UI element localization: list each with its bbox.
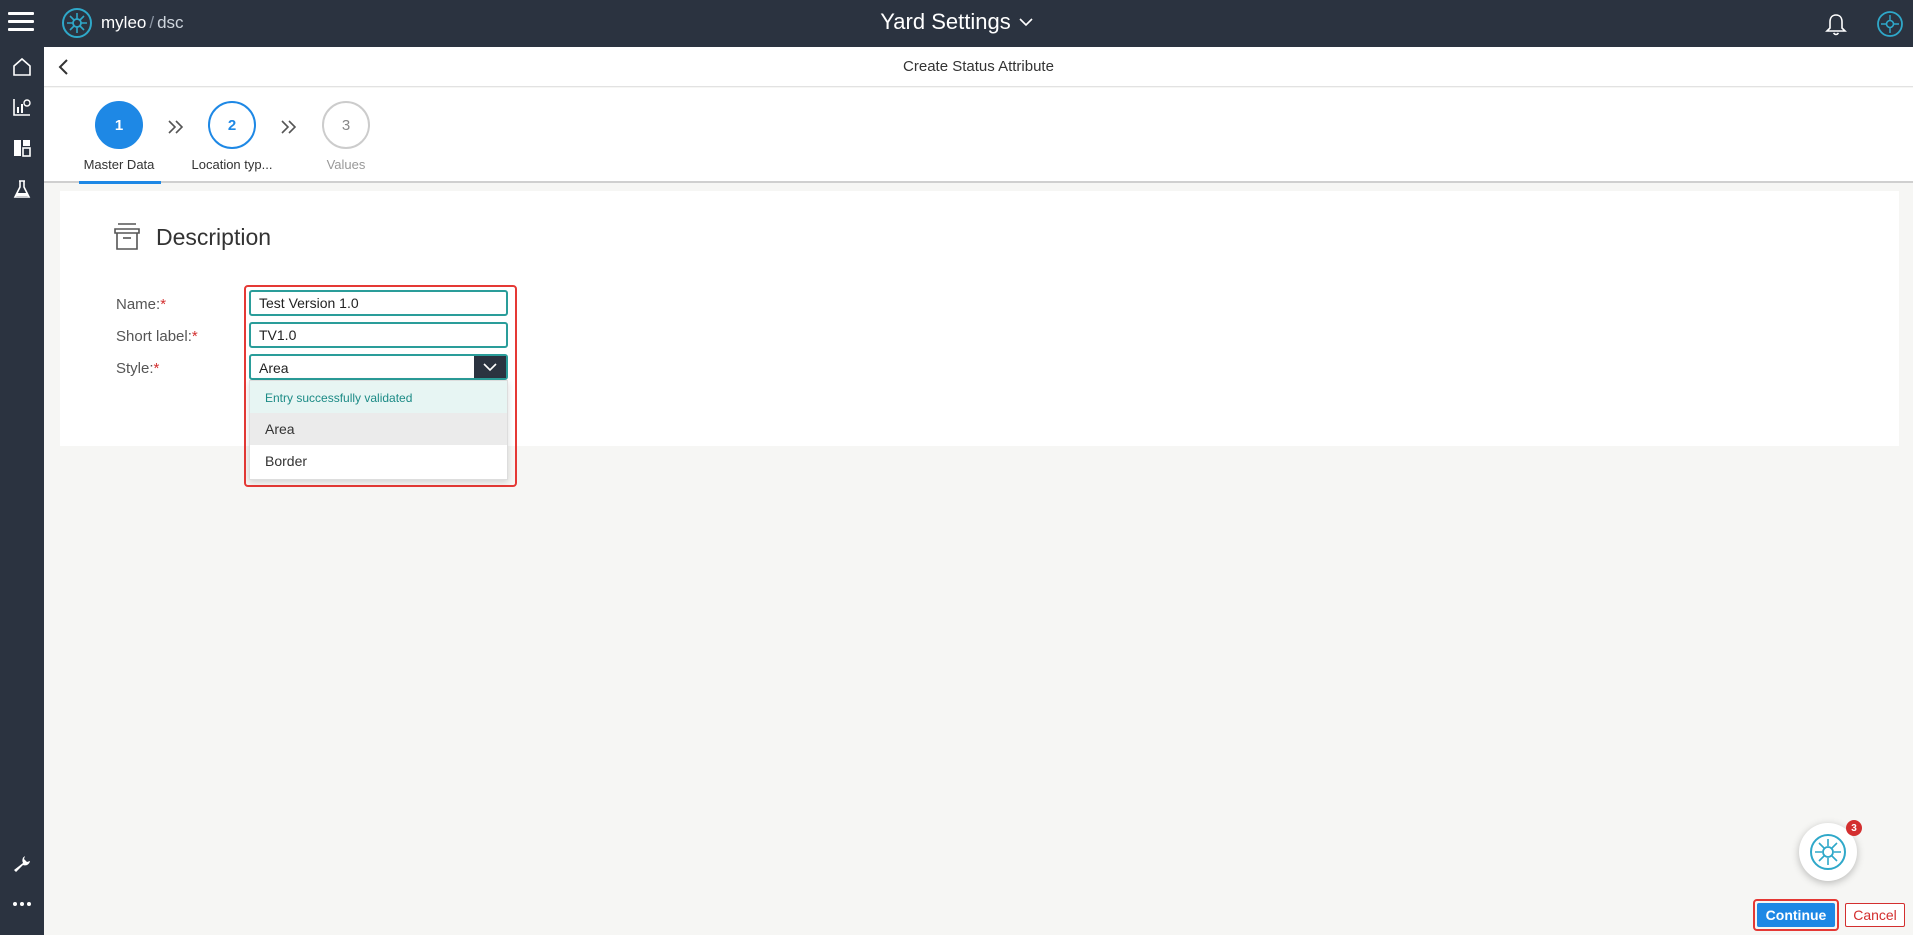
short-label-input[interactable]: [249, 322, 508, 348]
more-dots-icon[interactable]: [8, 890, 36, 918]
step-number: 1: [95, 101, 143, 149]
home-icon[interactable]: [8, 53, 36, 81]
required-mark: *: [191, 328, 198, 345]
sidebar: [0, 47, 44, 935]
brand-name: myleo: [101, 13, 147, 32]
style-dropdown-menu: Entry successfully validated Area Border: [249, 380, 508, 480]
section-header: Description: [112, 221, 271, 253]
wizard-stepper: 1 Master Data 2 Location typ... 3 Values: [44, 88, 1913, 184]
name-label-text: Name:: [116, 296, 161, 313]
short-label-label: Short label:*: [116, 328, 198, 345]
step-label: Values: [326, 157, 366, 172]
dashboard-icon[interactable]: [8, 134, 36, 162]
wrench-icon[interactable]: [8, 850, 36, 878]
step-master-data[interactable]: 1 Master Data: [69, 101, 169, 184]
step-number: 2: [208, 101, 256, 149]
menu-icon[interactable]: [8, 12, 34, 34]
analytics-icon[interactable]: [8, 93, 36, 121]
brand-logo[interactable]: myleo / dsc: [61, 6, 184, 40]
notification-bell-icon[interactable]: [1823, 12, 1849, 38]
user-logo-icon[interactable]: [1876, 10, 1904, 38]
assistant-badge: 3: [1846, 820, 1862, 836]
lab-flask-icon[interactable]: [8, 175, 36, 203]
cancel-button[interactable]: Cancel: [1845, 903, 1905, 927]
page-title: Create Status Attribute: [903, 58, 1054, 75]
step-values: 3 Values: [296, 101, 396, 172]
brand-suffix: dsc: [157, 13, 184, 32]
dropdown-option-border[interactable]: Border: [250, 445, 507, 477]
style-label-text: Style:: [116, 360, 154, 377]
step-location-type[interactable]: 2 Location typ...: [182, 101, 282, 172]
chevron-down-icon: [1019, 18, 1033, 27]
validation-message: Entry successfully validated: [250, 381, 507, 413]
step-label: Location typ...: [191, 157, 273, 172]
app-title: Yard Settings: [880, 9, 1011, 34]
name-label: Name:*: [116, 296, 166, 313]
style-label: Style:*: [116, 360, 159, 377]
chevron-down-icon[interactable]: [474, 356, 506, 378]
dropdown-option-area[interactable]: Area: [250, 413, 507, 445]
step-number: 3: [322, 101, 370, 149]
archive-box-icon: [114, 223, 140, 250]
assistant-logo-icon: [1810, 834, 1846, 870]
brand-separator: /: [149, 13, 155, 32]
step-label: Master Data: [83, 157, 155, 172]
name-input[interactable]: [249, 290, 508, 316]
short-label-label-text: Short label:: [116, 328, 192, 345]
top-bar: myleo / dsc Yard Settings: [0, 0, 1913, 47]
required-mark: *: [160, 296, 167, 313]
app-title-dropdown[interactable]: Yard Settings: [880, 9, 1033, 35]
page-header: Create Status Attribute: [44, 47, 1913, 87]
style-select-value: Area: [259, 360, 289, 376]
continue-button[interactable]: Continue: [1757, 903, 1835, 927]
section-title: Description: [156, 223, 272, 250]
style-select[interactable]: Area: [249, 354, 508, 380]
active-step-indicator: [79, 181, 161, 184]
myleo-logo-icon: [62, 8, 92, 38]
required-mark: *: [153, 360, 160, 377]
